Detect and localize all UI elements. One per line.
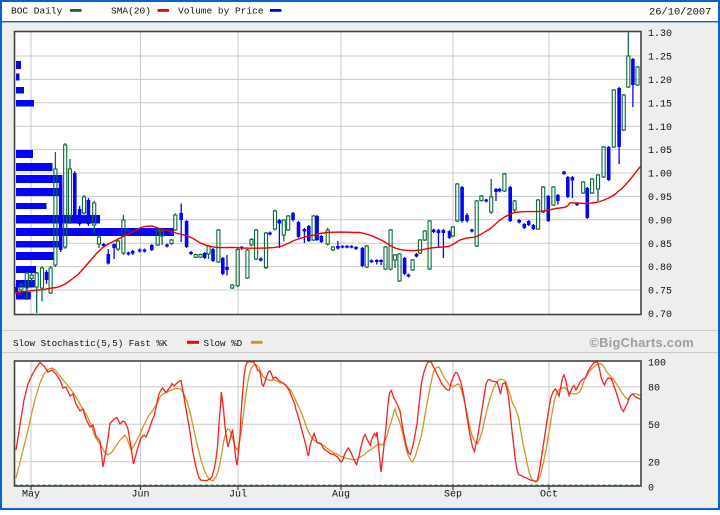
svg-text:1.05: 1.05: [648, 146, 672, 157]
svg-text:1.00: 1.00: [648, 170, 672, 181]
svg-text:Slow Stochastic(5,5) Fast %K: Slow Stochastic(5,5) Fast %K: [13, 338, 168, 349]
svg-text:Oct: Oct: [540, 490, 558, 501]
svg-text:20: 20: [648, 458, 660, 469]
svg-text:Slow %D: Slow %D: [204, 338, 243, 349]
svg-text:1.10: 1.10: [648, 123, 672, 134]
svg-text:1.20: 1.20: [648, 76, 672, 87]
svg-text:Aug: Aug: [332, 490, 350, 501]
svg-text:50: 50: [648, 421, 660, 432]
svg-text:Volume by Price: Volume by Price: [178, 5, 264, 16]
svg-text:BOC Daily: BOC Daily: [11, 5, 63, 16]
svg-text:0.80: 0.80: [648, 263, 672, 274]
svg-text:1.30: 1.30: [648, 29, 672, 40]
svg-text:0: 0: [648, 483, 654, 494]
svg-text:0.70: 0.70: [648, 310, 672, 321]
svg-text:Jun: Jun: [131, 490, 149, 501]
svg-text:Jul: Jul: [229, 489, 247, 501]
svg-text:80: 80: [648, 383, 660, 394]
svg-text:1.25: 1.25: [648, 53, 672, 64]
svg-text:0.90: 0.90: [648, 216, 672, 227]
svg-text:Sep: Sep: [444, 490, 462, 501]
svg-text:0.75: 0.75: [648, 287, 672, 298]
svg-text:May: May: [22, 490, 40, 501]
svg-text:0.85: 0.85: [648, 240, 672, 251]
svg-text:SMA(20): SMA(20): [111, 5, 151, 16]
svg-text:100: 100: [648, 358, 666, 369]
svg-text:©BigCharts.com: ©BigCharts.com: [589, 335, 694, 350]
svg-text:26/10/2007: 26/10/2007: [649, 7, 711, 19]
svg-text:0.95: 0.95: [648, 193, 672, 204]
svg-text:1.15: 1.15: [648, 99, 672, 110]
